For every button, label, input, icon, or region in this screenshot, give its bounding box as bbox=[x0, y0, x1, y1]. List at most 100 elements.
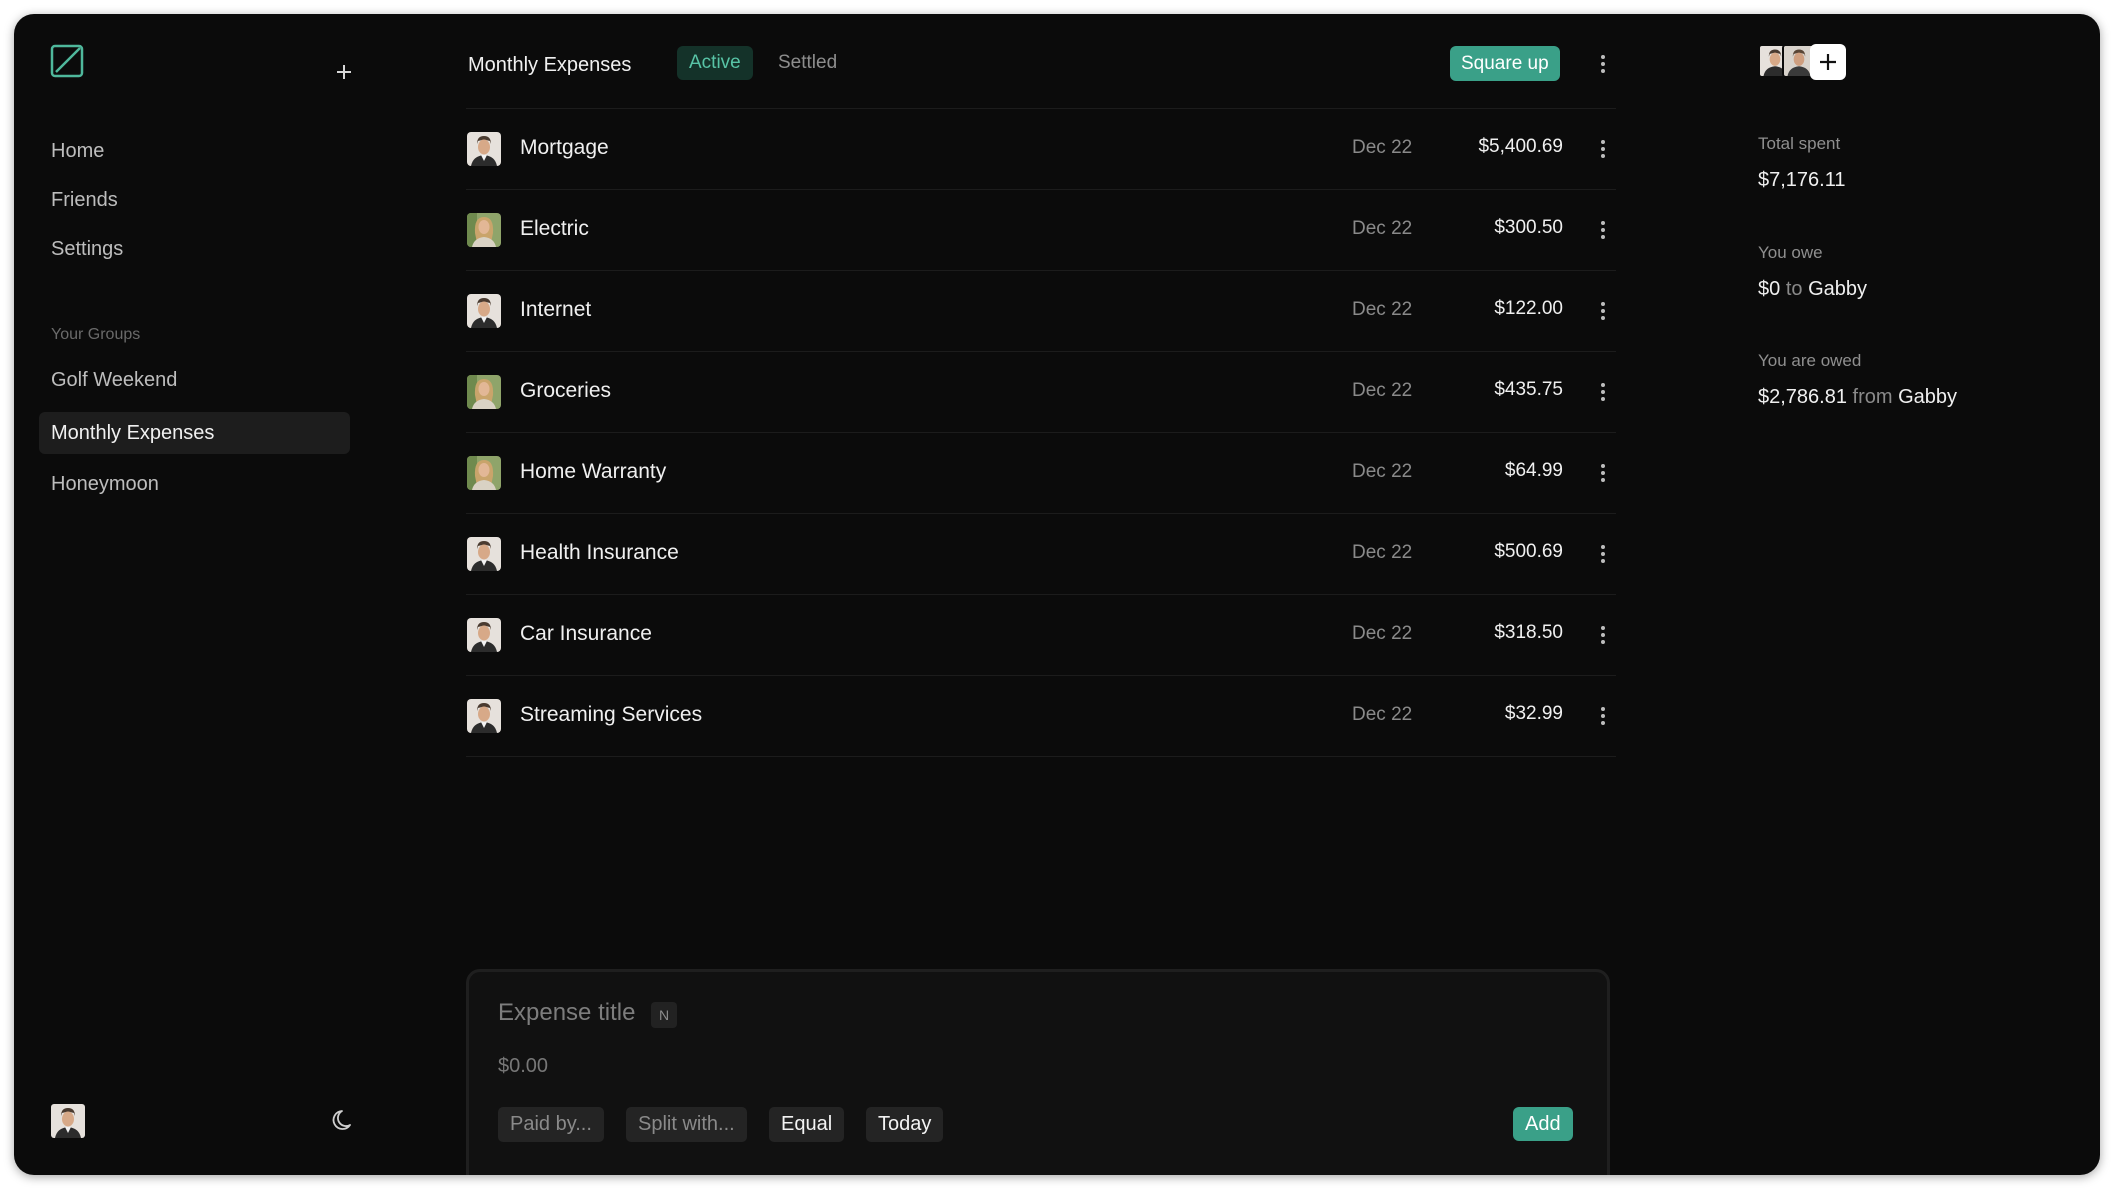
summary-panel: Total spent $7,176.11 You owe $0 to Gabb… bbox=[1758, 14, 2088, 1175]
add-member-button[interactable] bbox=[1810, 44, 1846, 80]
kebab-icon bbox=[1601, 221, 1605, 239]
kebab-icon bbox=[1601, 545, 1605, 563]
expense-date: Dec 22 bbox=[1352, 218, 1413, 239]
split-mode-select[interactable]: Equal bbox=[769, 1107, 845, 1142]
expense-row[interactable]: Streaming Services Dec 22 $32.99 bbox=[466, 676, 1616, 757]
moon-icon bbox=[332, 1110, 351, 1130]
you-owe-person: Gabby bbox=[1808, 278, 1867, 300]
owed-amount: $2,786.81 bbox=[1758, 386, 1847, 408]
kebab-icon bbox=[1601, 302, 1605, 320]
expense-amount: $435.75 bbox=[1494, 379, 1563, 400]
expense-amount: $32.99 bbox=[1504, 703, 1563, 724]
theme-toggle-button[interactable] bbox=[330, 1106, 358, 1134]
expense-row[interactable]: Mortgage Dec 22 $5,400.69 bbox=[466, 109, 1616, 190]
payer-avatar bbox=[467, 375, 501, 409]
app-window: Home Friends Settings Your Groups Golf W… bbox=[14, 14, 2100, 1175]
expense-amount: $122.00 bbox=[1494, 298, 1563, 319]
expense-title-input[interactable]: Expense title bbox=[498, 999, 635, 1027]
kebab-icon bbox=[1601, 707, 1605, 725]
date-select[interactable]: Today bbox=[866, 1107, 944, 1142]
expense-row[interactable]: Home Warranty Dec 22 $64.99 bbox=[466, 433, 1616, 514]
kebab-icon bbox=[1601, 626, 1605, 644]
total-spent-label: Total spent bbox=[1758, 134, 1841, 153]
group-header: Monthly Expenses Active Settled Square u… bbox=[466, 44, 1610, 84]
you-owe-label: You owe bbox=[1758, 243, 1823, 262]
tab-active[interactable]: Active bbox=[677, 46, 753, 80]
total-spent-value: $7,176.11 bbox=[1758, 169, 1846, 191]
expense-list: Mortgage Dec 22 $5,400.69 Electric Dec 22 $30… bbox=[466, 108, 1616, 757]
group-more-button[interactable] bbox=[1593, 54, 1613, 74]
owed-connector: from bbox=[1852, 386, 1893, 408]
user-avatar[interactable] bbox=[51, 1104, 85, 1138]
split-with-select[interactable]: Split with... bbox=[626, 1107, 747, 1142]
expense-row[interactable]: Electric Dec 22 $300.50 bbox=[466, 190, 1616, 271]
nav-item-home[interactable]: Home bbox=[51, 138, 123, 187]
groups-heading: Your Groups bbox=[51, 326, 141, 343]
group-item-honeymoon[interactable]: Honeymoon bbox=[39, 464, 350, 516]
paid-by-select[interactable]: Paid by... bbox=[498, 1107, 604, 1142]
expense-composer: Expense title N $0.00 Paid by... Split w… bbox=[466, 969, 1610, 1175]
nav-item-settings[interactable]: Settings bbox=[51, 236, 123, 285]
expense-date: Dec 22 bbox=[1352, 299, 1413, 320]
sidebar: Home Friends Settings Your Groups Golf W… bbox=[14, 14, 364, 1175]
payer-avatar bbox=[467, 213, 501, 247]
expense-title: Home Warranty bbox=[520, 460, 667, 483]
kebab-icon bbox=[1601, 383, 1605, 401]
app-logo-icon[interactable] bbox=[50, 44, 84, 78]
expense-title: Car Insurance bbox=[520, 622, 652, 645]
kebab-icon bbox=[1601, 464, 1605, 482]
payer-avatar bbox=[467, 618, 501, 652]
owed-label: You are owed bbox=[1758, 351, 1862, 370]
add-expense-button[interactable]: Add bbox=[1513, 1107, 1573, 1141]
expense-amount: $500.69 bbox=[1494, 541, 1563, 562]
main-nav: Home Friends Settings bbox=[51, 138, 123, 285]
expense-more-button[interactable] bbox=[1593, 463, 1613, 483]
payer-avatar bbox=[467, 537, 501, 571]
expense-date: Dec 22 bbox=[1352, 380, 1413, 401]
group-item-monthly-expenses[interactable]: Monthly Expenses bbox=[39, 412, 350, 454]
expense-date: Dec 22 bbox=[1352, 623, 1413, 644]
plus-icon bbox=[337, 65, 351, 79]
expense-date: Dec 22 bbox=[1352, 137, 1413, 158]
expense-row[interactable]: Car Insurance Dec 22 $318.50 bbox=[466, 595, 1616, 676]
expense-row[interactable]: Internet Dec 22 $122.00 bbox=[466, 271, 1616, 352]
kebab-icon bbox=[1601, 140, 1605, 158]
shortcut-badge: N bbox=[651, 1002, 677, 1028]
expense-title: Groceries bbox=[520, 379, 612, 402]
tab-settled[interactable]: Settled bbox=[766, 46, 849, 80]
expense-row[interactable]: Health Insurance Dec 22 $500.69 bbox=[466, 514, 1616, 595]
expense-date: Dec 22 bbox=[1352, 542, 1413, 563]
you-owe-value: $0 to Gabby bbox=[1758, 278, 1867, 301]
expense-more-button[interactable] bbox=[1593, 625, 1613, 645]
expense-row[interactable]: Groceries Dec 22 $435.75 bbox=[466, 352, 1616, 433]
expense-title: Health Insurance bbox=[520, 541, 679, 564]
expense-title: Electric bbox=[520, 217, 589, 240]
expense-title: Streaming Services bbox=[520, 703, 703, 726]
expense-amount-input[interactable]: $0.00 bbox=[498, 1055, 548, 1078]
payer-avatar bbox=[467, 699, 501, 733]
expense-amount: $5,400.69 bbox=[1478, 136, 1563, 157]
square-up-button[interactable]: Square up bbox=[1450, 46, 1560, 81]
payer-avatar bbox=[467, 294, 501, 328]
owed-value: $2,786.81 from Gabby bbox=[1758, 386, 1957, 409]
expense-more-button[interactable] bbox=[1593, 706, 1613, 726]
new-group-button[interactable] bbox=[332, 60, 356, 84]
you-owe-amount: $0 bbox=[1758, 278, 1781, 300]
expense-more-button[interactable] bbox=[1593, 220, 1613, 240]
payer-avatar bbox=[467, 132, 501, 166]
group-item-golf-weekend[interactable]: Golf Weekend bbox=[39, 360, 350, 412]
owed-person: Gabby bbox=[1898, 386, 1958, 408]
expense-amount: $318.50 bbox=[1494, 622, 1563, 643]
expense-date: Dec 22 bbox=[1352, 461, 1413, 482]
expense-more-button[interactable] bbox=[1593, 301, 1613, 321]
expense-amount: $64.99 bbox=[1504, 460, 1563, 481]
expense-more-button[interactable] bbox=[1593, 139, 1613, 159]
kebab-icon bbox=[1601, 55, 1605, 73]
nav-item-friends[interactable]: Friends bbox=[51, 187, 123, 236]
expense-date: Dec 22 bbox=[1352, 704, 1413, 725]
expense-more-button[interactable] bbox=[1593, 544, 1613, 564]
expense-more-button[interactable] bbox=[1593, 382, 1613, 402]
page-title: Monthly Expenses bbox=[468, 54, 632, 76]
expense-amount: $300.50 bbox=[1494, 217, 1563, 238]
group-list: Golf Weekend Monthly Expenses Honeymoon bbox=[39, 360, 350, 516]
